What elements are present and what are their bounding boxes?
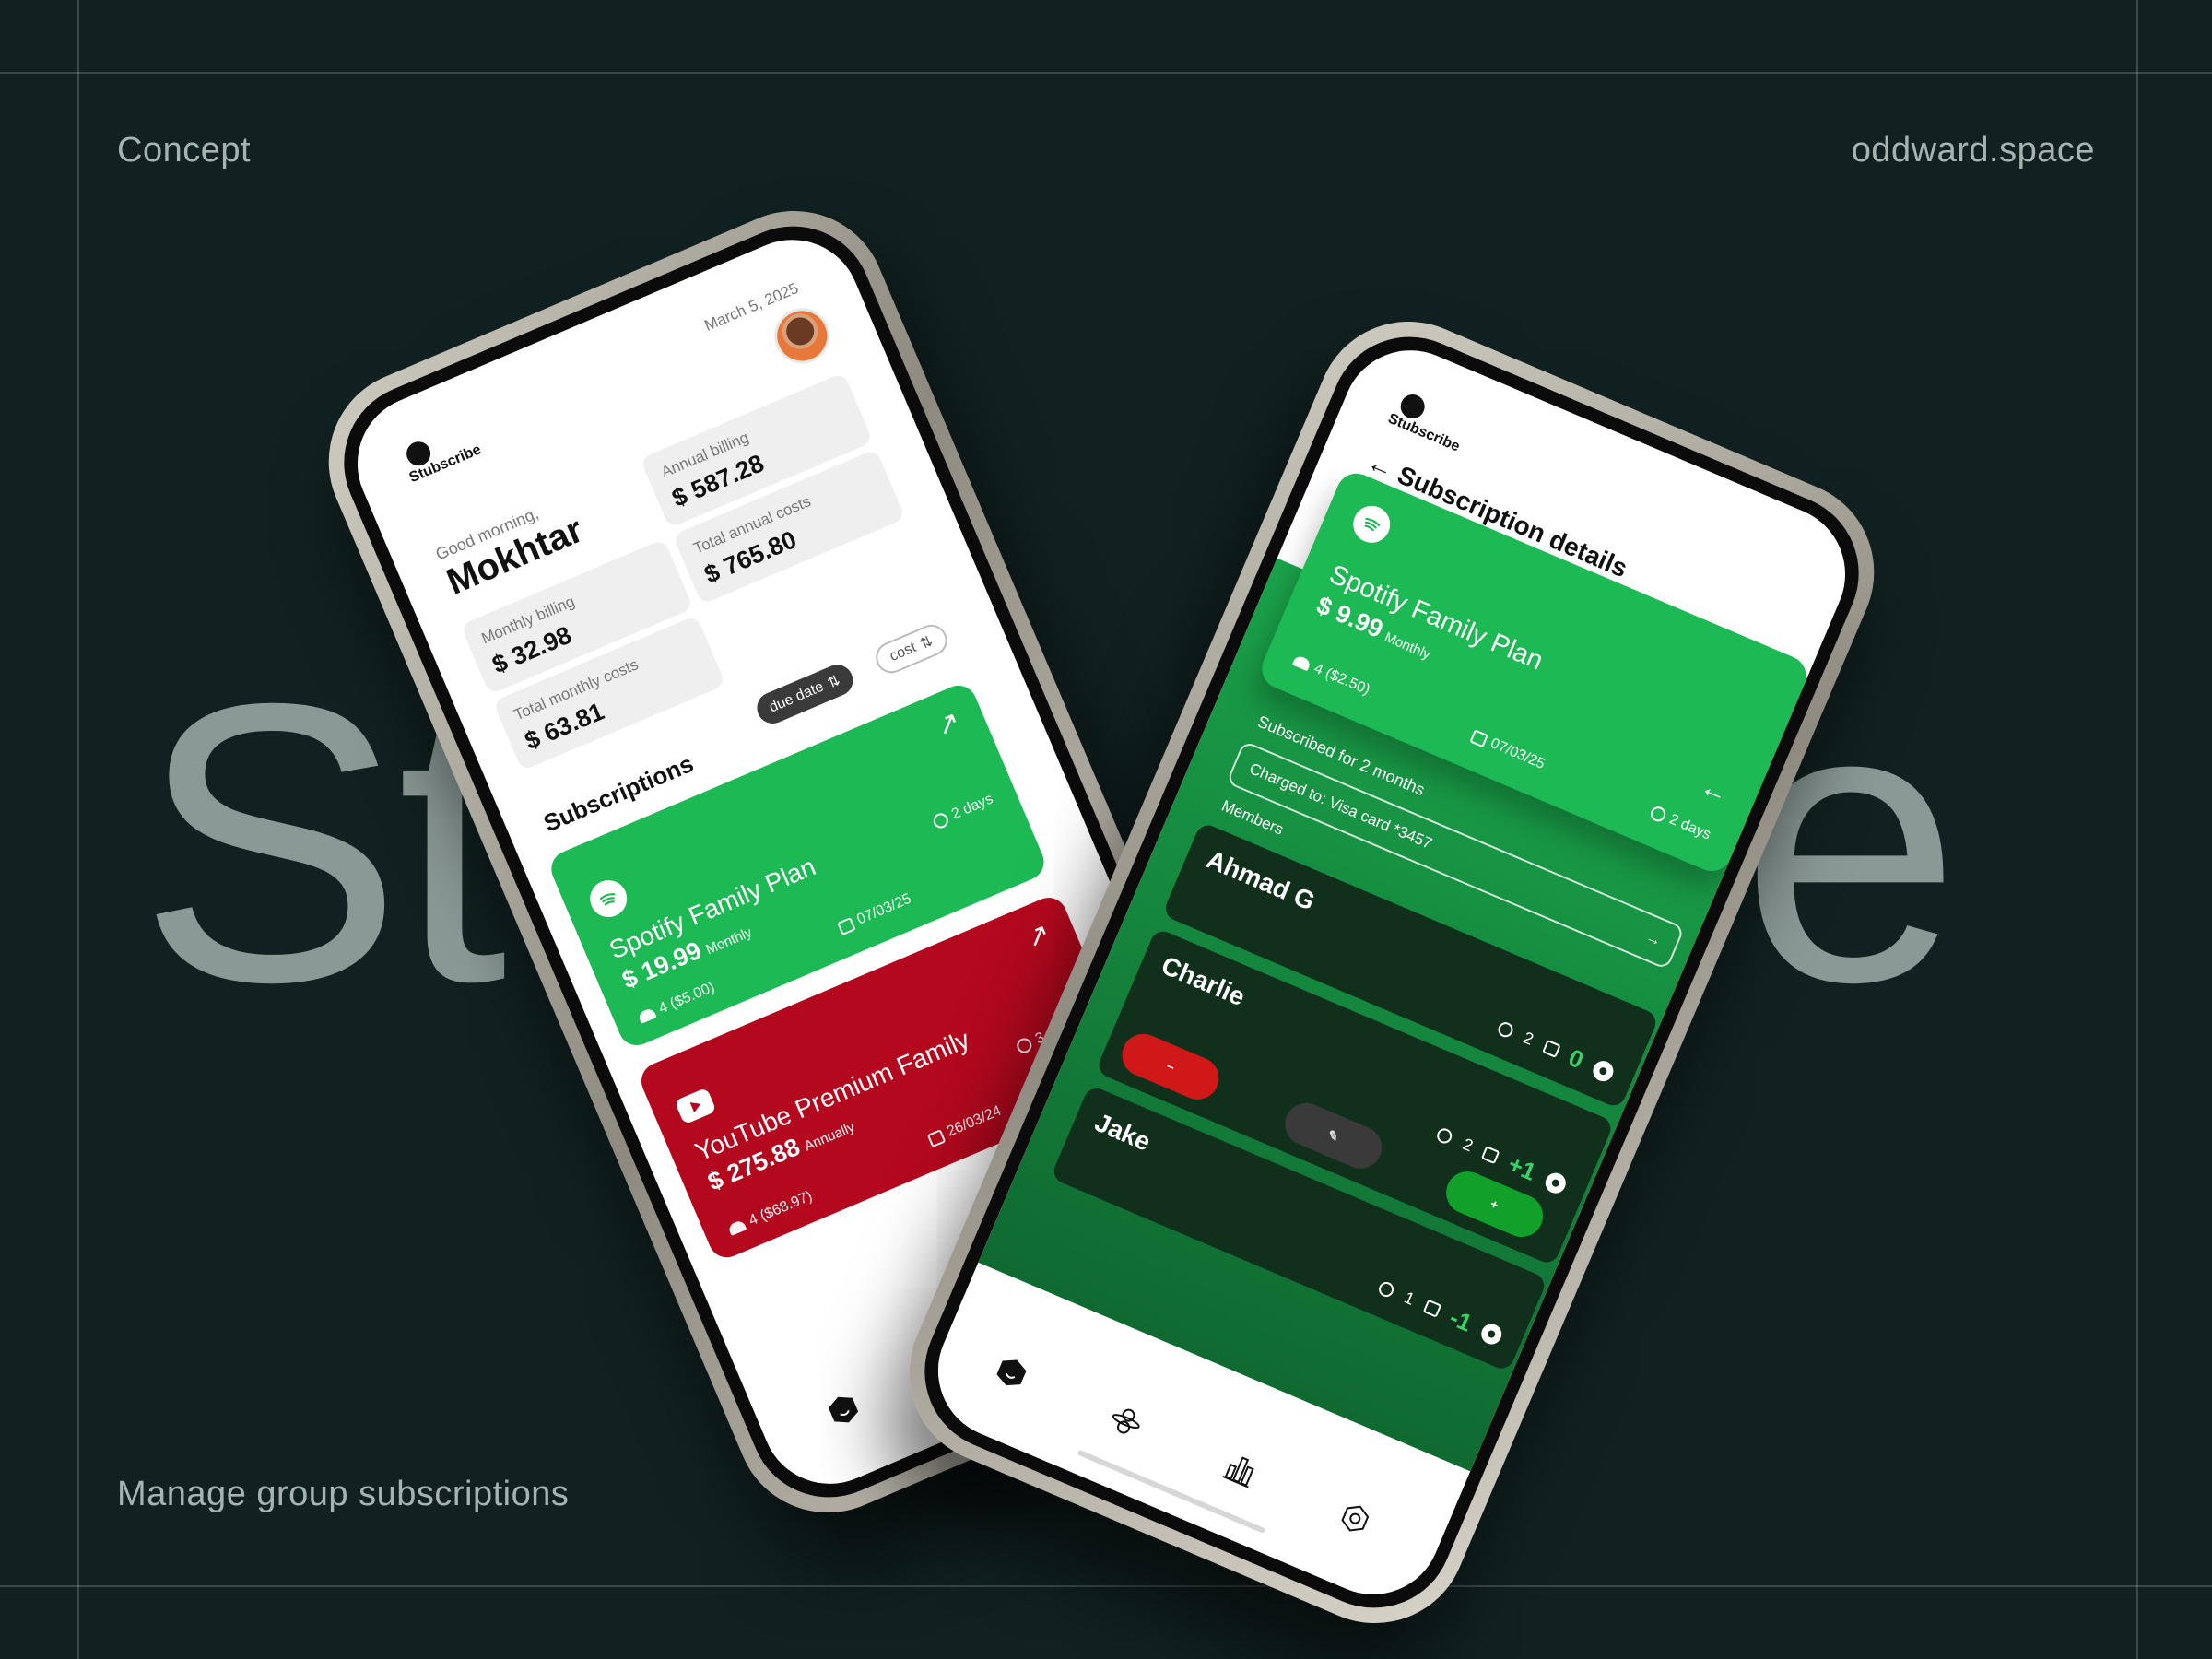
member-count: 4 ($68.97)	[726, 1188, 815, 1238]
member-count: 4 ($2.50)	[1291, 652, 1372, 699]
options-icon[interactable]	[1478, 1320, 1505, 1347]
options-icon[interactable]	[1542, 1169, 1570, 1196]
guide-line-right	[2136, 0, 2138, 1659]
billing-period: Monthly	[1382, 629, 1433, 664]
clock-value: 1	[1401, 1288, 1418, 1309]
member-count-value: 4 ($5.00)	[656, 979, 717, 1018]
payment-icon	[1481, 1146, 1500, 1165]
arrow-up-right-icon[interactable]: ↗	[1021, 917, 1055, 956]
balance-value: 0	[1564, 1042, 1588, 1075]
due-date-value: 26/03/24	[945, 1102, 1004, 1140]
sort-icon: ⇅	[825, 672, 843, 692]
people-icon	[1291, 654, 1312, 672]
due-date: 26/03/24	[926, 1103, 1005, 1149]
guide-line-top	[0, 72, 2212, 74]
guide-line-left	[77, 0, 79, 1659]
due-in-value: 2 days	[1666, 811, 1713, 843]
clock-icon	[1648, 804, 1668, 824]
due-date-value: 07/03/25	[1488, 735, 1547, 773]
billing-period: Annually	[802, 1119, 857, 1155]
billing-period: Monthly	[703, 924, 755, 959]
sort-label: cost	[887, 639, 919, 665]
member-count-value: 4 ($68.97)	[746, 1188, 815, 1230]
subscription-title: Spotify Family Plan	[605, 852, 820, 965]
options-icon[interactable]	[1590, 1057, 1617, 1085]
clock-value: 2	[1520, 1028, 1536, 1049]
stats-icon[interactable]	[1217, 1446, 1265, 1494]
sort-cost-button[interactable]: cost ⇅	[871, 619, 952, 678]
sort-due-date-button[interactable]: due date ⇅	[752, 660, 858, 729]
due-date-value: 07/03/25	[854, 890, 914, 928]
balance-value: -1	[1445, 1302, 1477, 1337]
youtube-icon	[674, 1087, 717, 1125]
arrow-up-right-icon[interactable]: ↗	[931, 704, 965, 743]
avatar[interactable]	[765, 300, 839, 372]
balance-value: +1	[1504, 1149, 1541, 1186]
plus-icon: +	[1488, 1195, 1501, 1213]
calendar-icon	[836, 916, 856, 935]
caption: Manage group subscriptions	[117, 1475, 570, 1513]
app-brand: Stubscribe	[1385, 410, 1463, 455]
spotify-icon	[583, 874, 633, 924]
settings-icon[interactable]	[1331, 1494, 1379, 1542]
site-link[interactable]: oddward.space	[1852, 131, 2095, 171]
members-icon[interactable]	[1102, 1397, 1150, 1445]
clock-icon	[1376, 1279, 1396, 1300]
clock-icon	[1495, 1019, 1515, 1040]
clock-icon	[1435, 1125, 1455, 1146]
clock-value: 2	[1460, 1135, 1477, 1156]
calendar-icon	[926, 1128, 946, 1147]
people-icon	[637, 1006, 657, 1024]
plan-title: Spotify Family Plan	[1324, 559, 1547, 677]
people-icon	[727, 1218, 747, 1236]
payment-icon	[1541, 1039, 1561, 1058]
sort-icon: ⇅	[917, 633, 935, 653]
due-in: 2 days	[1648, 804, 1713, 844]
guide-line-bottom	[0, 1585, 2212, 1587]
spotify-icon	[1347, 500, 1396, 549]
sort-label: due date	[767, 678, 827, 716]
payment-icon	[1422, 1299, 1442, 1318]
home-icon[interactable]	[819, 1385, 867, 1433]
home-icon[interactable]	[987, 1348, 1035, 1396]
edit-icon: ✎	[1325, 1126, 1342, 1145]
member-count-value: 4 ($2.50)	[1312, 660, 1372, 699]
concept-label: Concept	[117, 131, 252, 170]
due-date: 07/03/25	[1469, 727, 1547, 773]
arrow-right-icon: →	[1642, 927, 1665, 950]
calendar-icon	[1469, 728, 1489, 747]
minus-icon: −	[1164, 1058, 1177, 1076]
